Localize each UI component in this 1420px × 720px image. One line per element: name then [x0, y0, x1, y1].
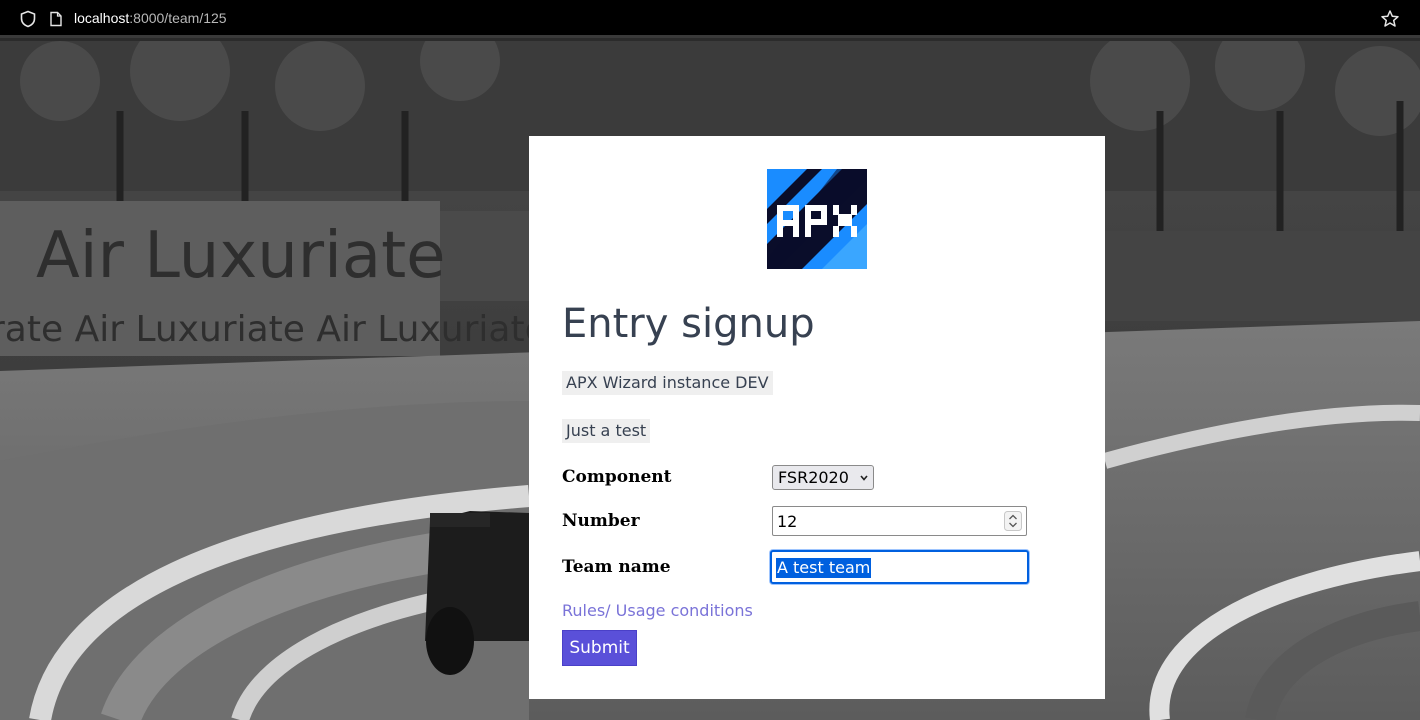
chevron-down-icon	[860, 475, 868, 481]
page-icon	[50, 11, 62, 27]
spinner-arrows-icon[interactable]	[1004, 511, 1022, 531]
team-name-label: Team name	[562, 557, 671, 577]
instance-badge: APX Wizard instance DEV	[562, 371, 773, 395]
billboard-repeat-text: rate Air Luxuriate Air Luxuriate	[0, 309, 547, 350]
bookmark-star-icon[interactable]	[1380, 9, 1400, 29]
component-select-value: FSR2020	[778, 468, 849, 487]
rules-link[interactable]: Rules/ Usage conditions	[562, 601, 753, 620]
team-name-field-value: A test team	[776, 558, 872, 578]
description-badge: Just a test	[562, 419, 651, 443]
address-bar[interactable]: localhost:8000/team/125	[74, 10, 227, 26]
number-field-value: 12	[777, 512, 798, 531]
apx-logo	[767, 169, 867, 269]
team-name-field[interactable]: A test team	[770, 550, 1029, 584]
billboard-text: Air Luxuriate	[36, 219, 446, 293]
submit-button[interactable]: Submit	[562, 630, 637, 666]
signup-card: Entry signup APX Wizard instance DEV Jus…	[529, 136, 1105, 699]
browser-toolbar: localhost:8000/team/125	[0, 0, 1420, 38]
shield-icon[interactable]	[19, 10, 37, 28]
component-select[interactable]: FSR2020	[772, 465, 874, 490]
number-label: Number	[562, 511, 640, 531]
component-label: Component	[562, 467, 672, 487]
number-field[interactable]: 12	[772, 506, 1027, 536]
page-title: Entry signup	[562, 301, 815, 347]
url-path: :8000/team/125	[129, 10, 227, 26]
url-host: localhost	[74, 10, 130, 26]
